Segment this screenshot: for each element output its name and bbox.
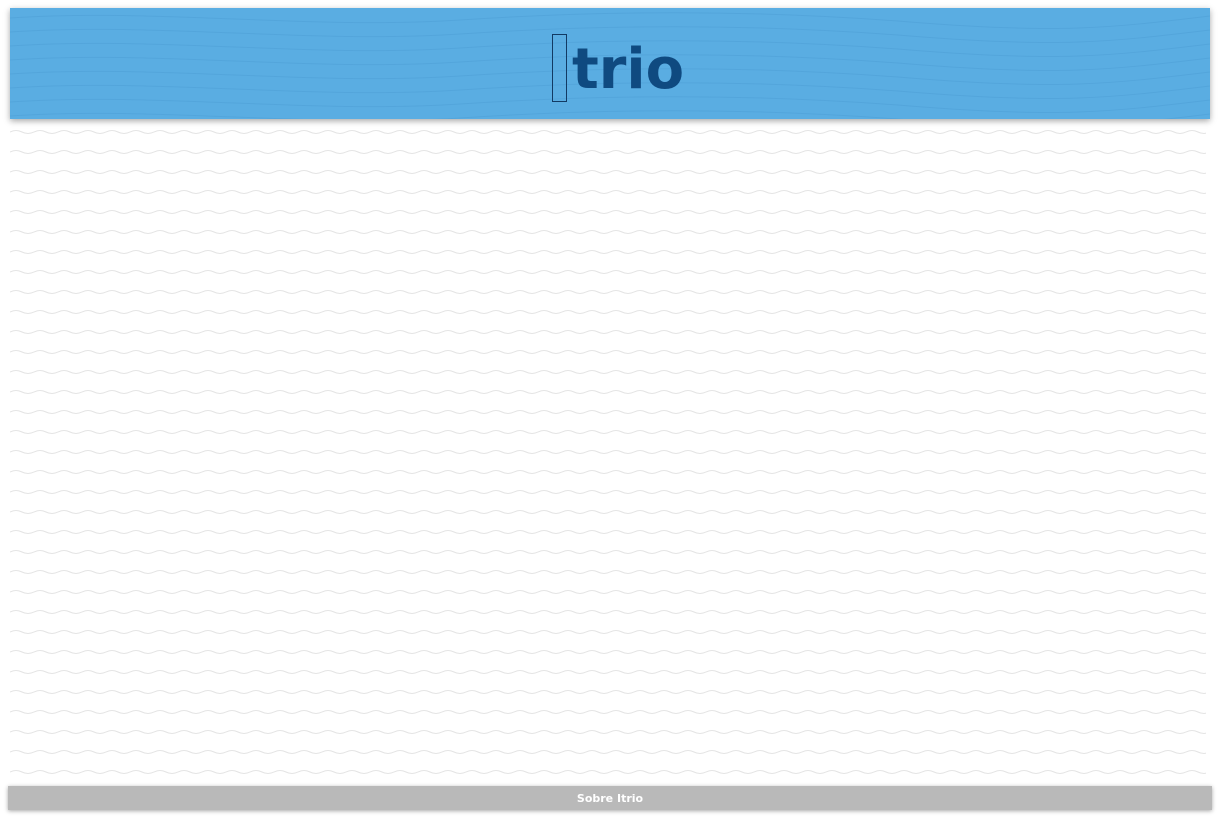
wavy-lines-background <box>10 122 1206 778</box>
logo-text: trio <box>572 37 685 102</box>
main-content-area <box>10 122 1206 778</box>
logo-mark-icon <box>552 34 567 102</box>
about-link[interactable]: Sobre Itrio <box>577 792 643 805</box>
footer-bar: Sobre Itrio <box>8 786 1212 810</box>
header-banner: trio <box>10 8 1210 119</box>
site-logo[interactable]: trio <box>552 34 684 110</box>
page: trio Sobre Itrio <box>0 0 1220 820</box>
